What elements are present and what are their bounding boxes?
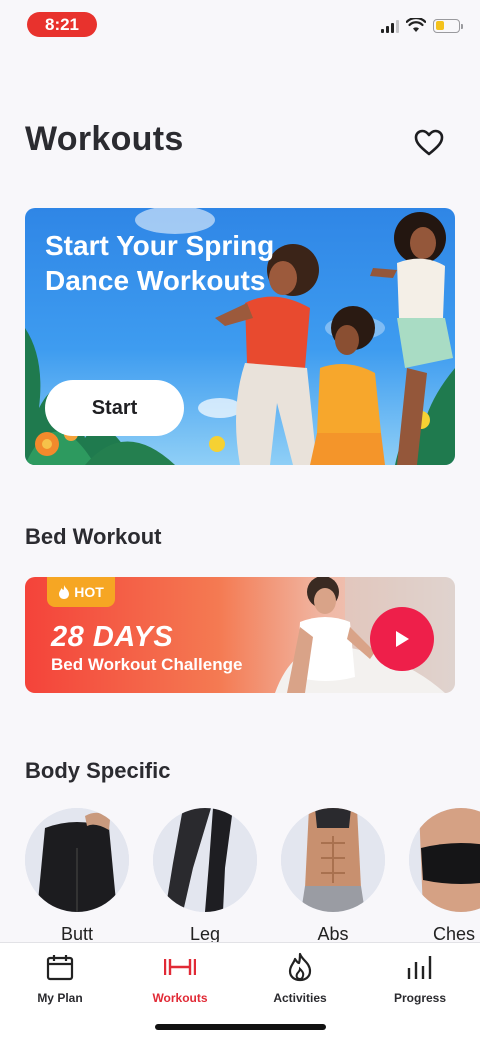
body-item-chest[interactable]: Ches	[409, 808, 480, 943]
play-icon	[396, 631, 409, 647]
challenge-days: 28 DAYS	[51, 621, 174, 653]
body-item-label: Ches	[433, 924, 476, 943]
favorites-button[interactable]	[411, 124, 447, 160]
battery-icon	[433, 18, 463, 33]
page-title: Workouts	[25, 120, 184, 158]
bed-workout-card[interactable]: HOT 28 DAYS Bed Workout Challenge	[25, 577, 455, 693]
tab-label: My Plan	[37, 991, 83, 1005]
bed-workout-heading: Bed Workout	[25, 524, 162, 549]
body-item-label: Butt	[60, 924, 94, 943]
leg-thumbnail	[153, 808, 257, 912]
flame-icon	[59, 585, 70, 599]
body-item-abs[interactable]: Abs	[281, 808, 385, 943]
challenge-subtitle: Bed Workout Challenge	[51, 655, 243, 674]
heart-outline-icon	[414, 129, 444, 155]
wifi-icon	[406, 18, 426, 32]
body-item-label: Abs	[317, 924, 349, 943]
cellular-signal-icon	[381, 19, 399, 33]
chest-thumbnail	[409, 808, 480, 912]
play-button[interactable]	[370, 607, 434, 671]
butt-thumbnail	[25, 808, 129, 912]
calendar-icon	[46, 955, 74, 981]
tab-activities[interactable]: Activities	[240, 951, 360, 1005]
body-item-leg[interactable]: Leg	[153, 808, 257, 943]
hero-title: Start Your Spring Dance Workouts	[45, 230, 275, 296]
battery-level	[435, 21, 445, 30]
tab-my-plan[interactable]: My Plan	[0, 951, 120, 1005]
tab-progress[interactable]: Progress	[360, 951, 480, 1005]
body-specific-carousel[interactable]: Butt Leg Abs Ches	[25, 808, 480, 943]
flame-outline-icon	[288, 952, 312, 982]
status-time: 8:21	[27, 12, 97, 37]
status-bar: 8:21	[0, 0, 480, 50]
body-item-butt[interactable]: Butt	[25, 808, 129, 943]
tab-workouts[interactable]: Workouts	[120, 951, 240, 1005]
abs-thumbnail	[281, 808, 385, 912]
start-button[interactable]: Start	[45, 380, 184, 436]
body-specific-heading: Body Specific	[25, 758, 171, 783]
home-indicator[interactable]	[155, 1024, 326, 1030]
tab-label: Progress	[393, 991, 447, 1005]
tab-label: Workouts	[152, 991, 208, 1005]
spring-dance-banner[interactable]: Start Your Spring Dance Workouts Start	[25, 208, 455, 465]
bar-chart-icon	[407, 956, 432, 979]
hot-badge: HOT	[47, 577, 115, 607]
tab-label: Activities	[273, 991, 327, 1005]
dumbbell-icon	[164, 959, 196, 975]
status-icons	[381, 18, 463, 33]
body-item-label: Leg	[189, 924, 221, 943]
hot-badge-label: HOT	[74, 584, 104, 600]
